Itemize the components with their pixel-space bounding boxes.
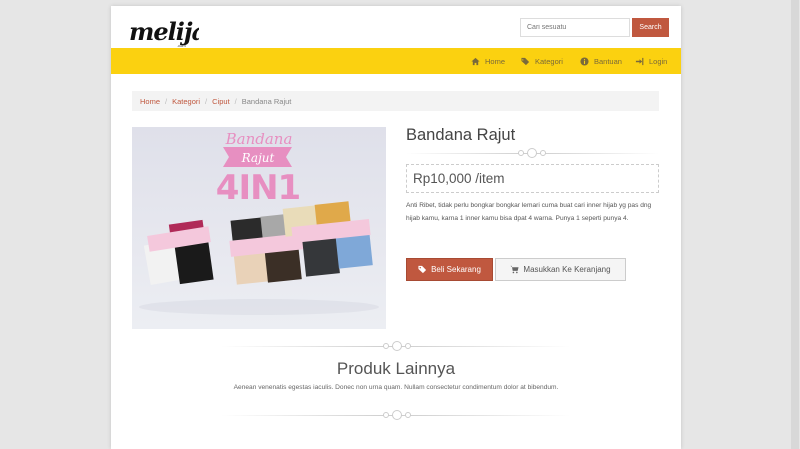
buy-now-label: Beli Sekarang (431, 265, 481, 274)
window-scrollbar[interactable] (790, 0, 800, 449)
related-products-title: Produk Lainnya (336, 359, 456, 378)
breadcrumb-separator: / (165, 96, 168, 106)
buy-now-button[interactable]: Beli Sekarang (406, 258, 493, 281)
related-products-subtitle: Aenean venenatis egestas iaculis. Donec … (233, 384, 559, 391)
search-input[interactable] (520, 18, 630, 37)
svg-text:Rajut: Rajut (241, 151, 275, 165)
header: melijab .com Search (111, 6, 681, 48)
add-to-cart-label: Masukkan Ke Keranjang (523, 265, 611, 274)
product-photo: Bandana Rajut 4IN1 (139, 130, 379, 315)
info-icon (580, 56, 589, 66)
title-divider (406, 147, 659, 159)
home-icon (471, 57, 480, 65)
product-price: Rp10,000 /item (413, 171, 505, 186)
product-description: Anti Ribet, tidak perlu bongkar bongkar … (406, 202, 652, 222)
svg-text:melijab: melijab (129, 17, 199, 46)
price-box: Rp10,000 /item (406, 164, 659, 193)
breadcrumb: Home / Kategori / Ciput / Bandana Rajut (132, 91, 659, 111)
main-navbar: Home Kategori Bantuan Login (111, 48, 681, 74)
login-icon (635, 57, 644, 65)
svg-text:4IN1: 4IN1 (216, 168, 300, 208)
bandana-bundle-left (143, 219, 214, 285)
section-divider-bottom (221, 409, 571, 421)
breadcrumb-separator: / (234, 96, 237, 106)
breadcrumb-ciput[interactable]: Ciput (212, 97, 230, 106)
nav-login-label: Login (649, 56, 668, 66)
product-title: Bandana Rajut (406, 126, 516, 144)
nav-kategori-label: Kategori (535, 56, 563, 66)
breadcrumb-current: Bandana Rajut (241, 96, 292, 106)
breadcrumb-home[interactable]: Home (140, 97, 160, 106)
nav-bantuan[interactable]: Bantuan (580, 48, 622, 74)
product-image[interactable]: Bandana Rajut 4IN1 (132, 127, 386, 329)
cart-icon (510, 265, 519, 274)
page-container: melijab .com Search Home Kategori Bantua… (111, 6, 681, 449)
nav-home[interactable]: Home (471, 48, 505, 74)
section-divider-top (221, 340, 571, 352)
nav-bantuan-label: Bantuan (594, 56, 622, 66)
breadcrumb-kategori[interactable]: Kategori (172, 97, 200, 106)
tag-icon (418, 265, 427, 274)
add-to-cart-button[interactable]: Masukkan Ke Keranjang (495, 258, 626, 281)
nav-home-label: Home (485, 56, 506, 66)
search-button[interactable]: Search (632, 18, 669, 37)
breadcrumb-separator: / (205, 96, 208, 106)
scrollbar-thumb[interactable] (791, 0, 799, 449)
tags-icon (521, 57, 530, 65)
svg-text:Bandana: Bandana (225, 130, 293, 148)
nav-kategori[interactable]: Kategori (521, 48, 563, 74)
nav-login[interactable]: Login (635, 48, 667, 74)
